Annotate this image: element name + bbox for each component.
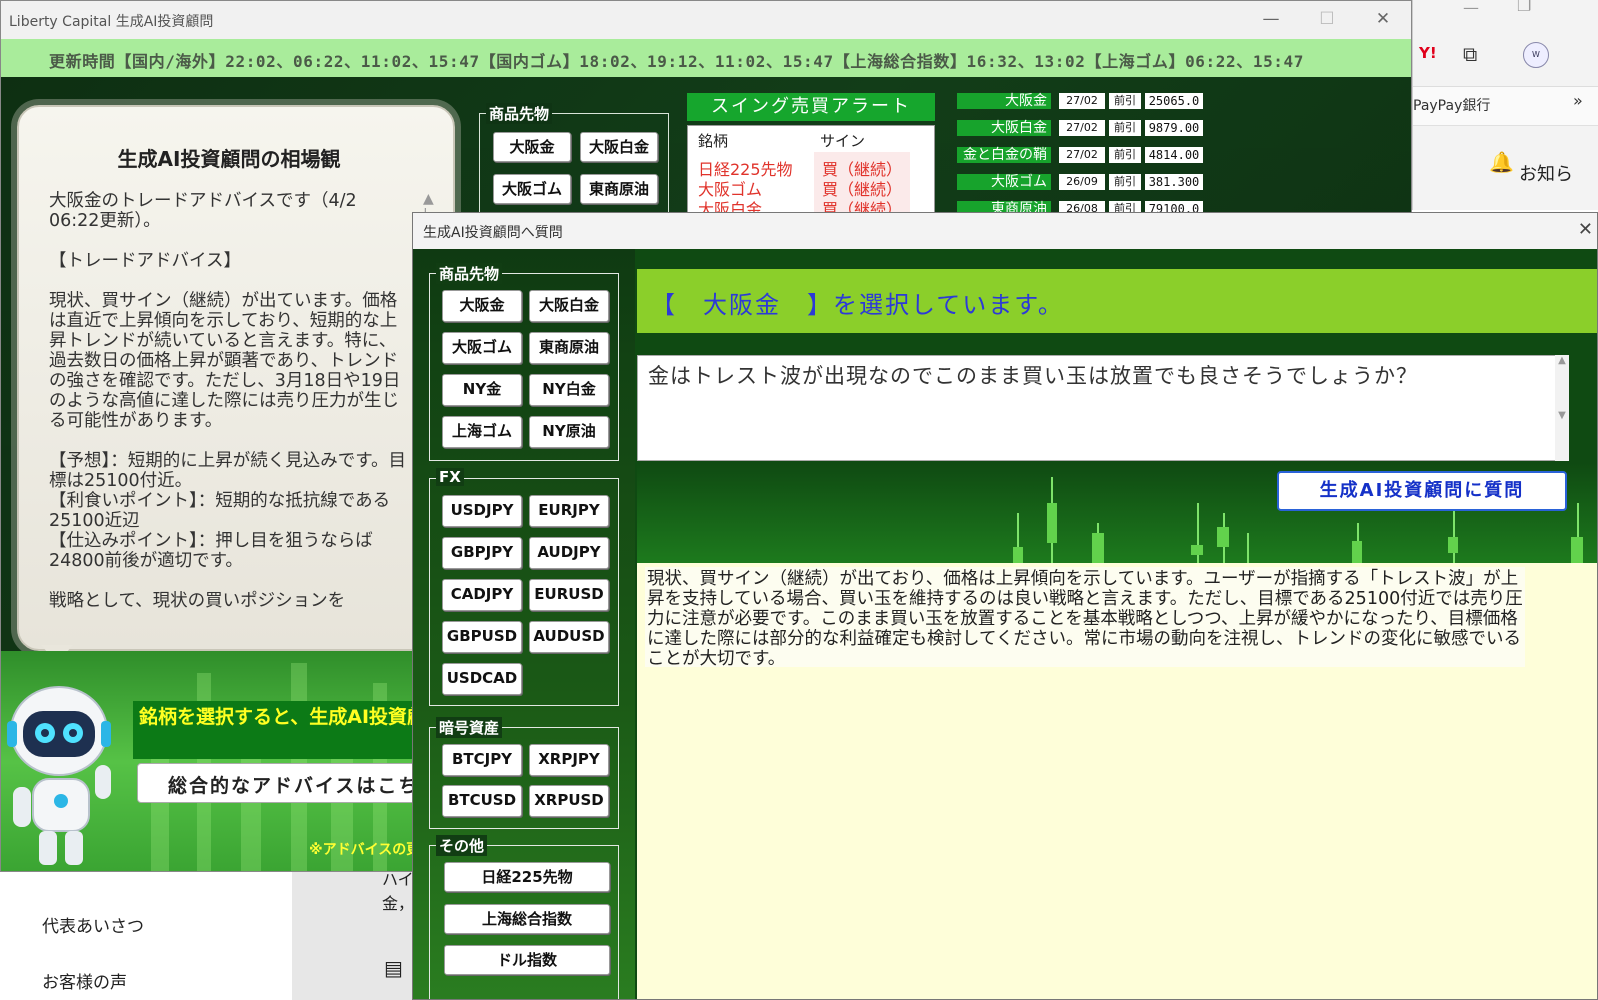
group-commodity: 商品先物 大阪金 大阪白金 大阪ゴム 東商原油 NY金 NY白金 上海ゴム NY… [429, 263, 619, 461]
answer-text: 現状、買サイン（継続）が出ており、価格は上昇傾向を示しています。ユーザーが指摘す… [645, 567, 1525, 669]
nav-customer-voice[interactable]: お客様の声 [42, 968, 127, 993]
chevron-right-icon[interactable]: » [1573, 91, 1583, 110]
selection-hint: 銘柄を選択すると、生成AI投資顧問からのアドバイスが表示されます。 [133, 701, 415, 759]
main-window-title: Liberty Capital 生成AI投資顧問 [9, 14, 214, 30]
btn-audusd[interactable]: AUDUSD [529, 621, 609, 653]
quote-kind: 前引 [1109, 120, 1141, 136]
main-titlebar: Liberty Capital 生成AI投資顧問 — ☐ ✕ [1, 1, 1411, 39]
group-label: 暗号資産 [436, 717, 503, 738]
btn-osaka-rubber[interactable]: 大阪ゴム [442, 332, 522, 364]
quote-date: 26/09 [1059, 174, 1105, 190]
restore-icon[interactable]: ❐ [1517, 0, 1531, 15]
group-fx: FX USDJPY EURJPY GBPJPY AUDJPY CADJPY EU… [429, 468, 619, 706]
btn-usdjpy[interactable]: USDJPY [442, 495, 522, 527]
document-icon: ▤ [384, 956, 403, 980]
btn-osaka-gold[interactable]: 大阪金 [442, 290, 522, 322]
quote-kind: 前引 [1109, 147, 1141, 163]
quote-name: 大阪ゴム [957, 174, 1051, 190]
quote-kind: 前引 [1109, 93, 1141, 109]
btn-btcusd[interactable]: BTCUSD [442, 785, 522, 817]
btn-shanghai-rubber[interactable]: 上海ゴム [442, 416, 522, 448]
btn-osaka-platinum[interactable]: 大阪白金 [580, 132, 658, 162]
question-scrollbar[interactable]: ▲ ▼ [1555, 355, 1569, 461]
quote-date: 27/02 [1059, 147, 1105, 163]
quote-value: 25065.0 [1145, 93, 1203, 109]
btn-tocom-crude[interactable]: 東商原油 [529, 332, 609, 364]
group-label: 商品先物 [486, 103, 553, 124]
site-content-fragment: ハイ 金， ▤ [292, 868, 414, 1000]
btn-osaka-gold[interactable]: 大阪金 [493, 132, 571, 162]
btn-usdcad[interactable]: USDCAD [442, 663, 522, 695]
quote-value: 9879.00 [1145, 120, 1203, 136]
btn-osaka-rubber[interactable]: 大阪ゴム [493, 174, 571, 204]
maximize-icon[interactable]: ☐ [1315, 7, 1339, 31]
quote-name: 金と白金の鞘 [957, 147, 1051, 163]
close-icon[interactable]: ✕ [1578, 219, 1593, 240]
advice-text: 大阪金のトレードアドバイスです（4/2 06:22更新）。 【トレードアドバイス… [49, 191, 406, 611]
btn-gbpjpy[interactable]: GBPJPY [442, 537, 522, 569]
question-titlebar: 生成AI投資顧問へ質問 ✕ [413, 213, 1597, 249]
minimize-icon[interactable]: — [1463, 0, 1479, 17]
btn-btcjpy[interactable]: BTCJPY [442, 744, 522, 776]
swing-alert-title: スイング売買アラート [687, 93, 935, 121]
quote-name: 大阪金 [957, 93, 1051, 109]
advice-bubble: 生成AI投資顧問の相場観 大阪金のトレードアドバイスです（4/2 06:22更新… [17, 105, 455, 651]
quote-date: 27/02 [1059, 93, 1105, 109]
btn-cadjpy[interactable]: CADJPY [442, 579, 522, 611]
quote-value: 4814.00 [1145, 147, 1203, 163]
close-icon[interactable]: ✕ [1371, 7, 1395, 31]
profile-avatar-icon[interactable]: W [1523, 42, 1549, 68]
yahoo-icon[interactable]: Y! [1419, 44, 1437, 62]
update-time-ticker: 更新時間【国内/海外】22:02、06:22、11:02、15:47【国内ゴム】… [1, 39, 1411, 77]
btn-eurusd[interactable]: EURUSD [529, 579, 609, 611]
quote-value: 381.300 [1145, 174, 1203, 190]
btn-dollar-index[interactable]: ドル指数 [444, 945, 610, 975]
btn-ny-crude[interactable]: NY原油 [529, 416, 609, 448]
quote-date: 27/02 [1059, 120, 1105, 136]
site-nav-left: 代表あいさつ お客様の声 [0, 868, 292, 1000]
group-others: その他 日経225先物 上海総合指数 ドル指数 [429, 835, 619, 999]
question-window: 生成AI投資顧問へ質問 ✕ 商品先物 大阪金 大阪白金 大阪ゴム 東商原油 NY… [412, 212, 1598, 1000]
commodity-group: 商品先物 大阪金 大阪白金 大阪ゴム 東商原油 [479, 103, 669, 215]
advice-footnote: ※アドバイスの更 [309, 842, 421, 858]
content-text-fragment: 金， [382, 894, 415, 913]
extension-icon[interactable]: ⧉ [1463, 42, 1477, 66]
quote-name: 大阪白金 [957, 120, 1051, 136]
bookmark-paypay-bank[interactable]: PayPay銀行 [1413, 95, 1490, 115]
btn-shanghai-composite[interactable]: 上海総合指数 [444, 904, 610, 934]
minimize-icon[interactable]: — [1259, 7, 1283, 31]
question-window-title: 生成AI投資顧問へ質問 [423, 225, 563, 241]
question-input[interactable]: 金はトレスト波が出現なのでこのまま買い玉は放置でも良さそうでしょうか？ [637, 355, 1567, 461]
ask-advisor-button[interactable]: 生成AI投資顧問に質問 [1277, 471, 1567, 511]
col-sign: サイン [820, 132, 866, 150]
col-symbol: 銘柄 [698, 132, 729, 150]
swing-alert-table: 銘柄 サイン 日経225先物 買（継続） 大阪ゴム 買（継続） 大阪白金 買（継… [687, 125, 935, 215]
selected-symbol-banner: 【 大阪金 】を選択しています。 [637, 269, 1597, 333]
group-crypto: 暗号資産 BTCJPY XRPJPY BTCUSD XRPUSD [429, 717, 619, 829]
selected-symbol-text: 【 大阪金 】を選択しています。 [651, 291, 1064, 319]
btn-xrpjpy[interactable]: XRPJPY [529, 744, 609, 776]
group-label: その他 [436, 835, 488, 856]
quote-kind: 前引 [1109, 174, 1141, 190]
btn-eurjpy[interactable]: EURJPY [529, 495, 609, 527]
bell-icon[interactable]: 🔔 [1489, 150, 1514, 174]
ticker-text: 更新時間【国内/海外】22:02、06:22、11:02、15:47【国内ゴム】… [49, 52, 1305, 71]
bookmarks-bar: PayPay銀行 » [1413, 86, 1598, 126]
btn-nikkei225-futures[interactable]: 日経225先物 [444, 862, 610, 892]
overall-advice-button[interactable]: 総合的なアドバイスはこち [137, 763, 427, 803]
btn-audjpy[interactable]: AUDJPY [529, 537, 609, 569]
btn-tocom-crude[interactable]: 東商原油 [580, 174, 658, 204]
nav-greeting[interactable]: 代表あいさつ [42, 912, 144, 937]
bubble-title: 生成AI投資顧問の相場観 [117, 147, 341, 171]
btn-ny-gold[interactable]: NY金 [442, 374, 522, 406]
btn-osaka-platinum[interactable]: 大阪白金 [529, 290, 609, 322]
group-label: 商品先物 [436, 263, 503, 284]
robot-mascot-icon [7, 686, 111, 865]
notice-link[interactable]: お知ら [1519, 160, 1573, 186]
btn-xrpusd[interactable]: XRPUSD [529, 785, 609, 817]
btn-gbpusd[interactable]: GBPUSD [442, 621, 522, 653]
browser-window-fragment: — ❐ Y! ⧉ W PayPay銀行 » 🔔 お知ら [1412, 0, 1598, 210]
btn-ny-platinum[interactable]: NY白金 [529, 374, 609, 406]
group-label: FX [436, 468, 464, 486]
